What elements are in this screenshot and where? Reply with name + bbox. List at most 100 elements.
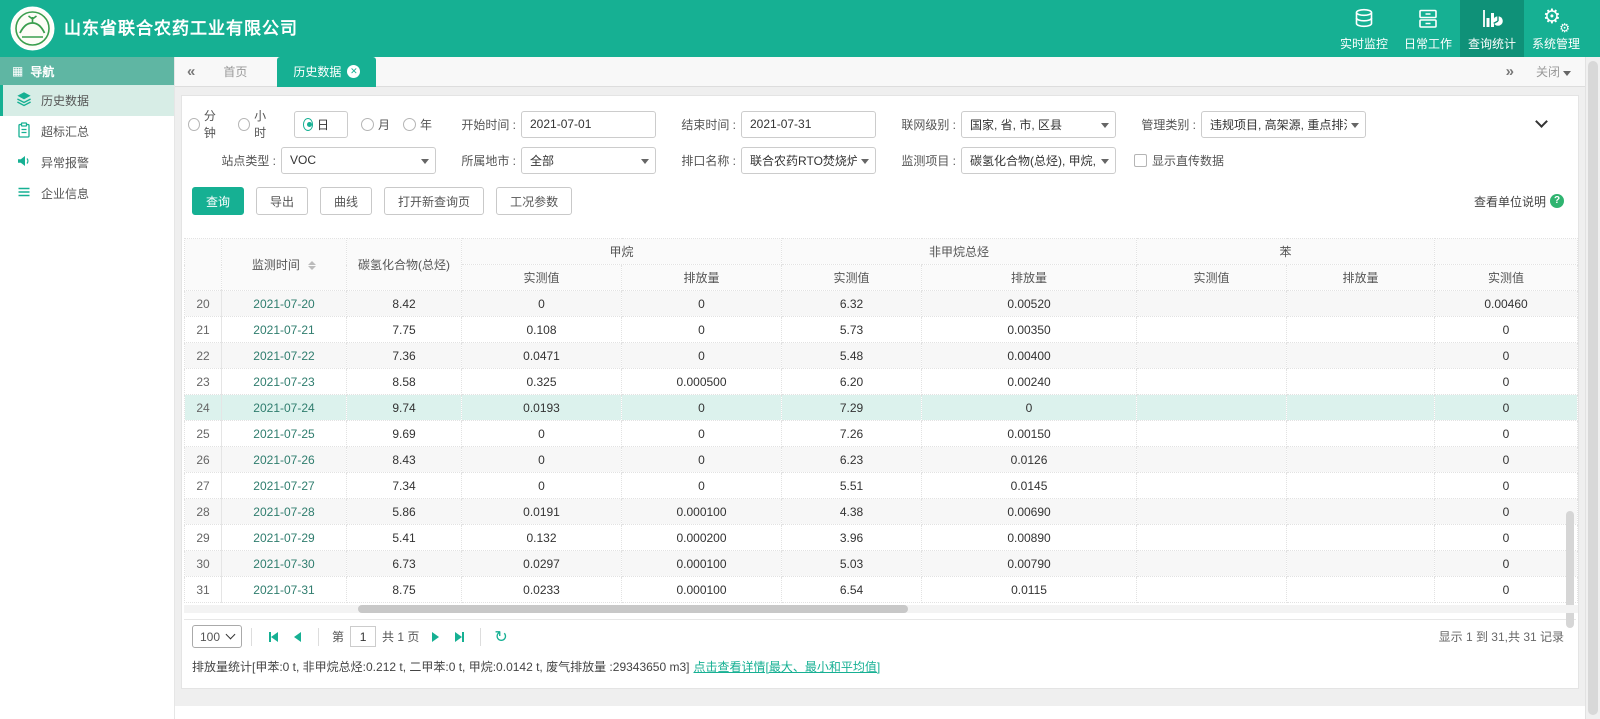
new-query-page-button[interactable]: 打开新查询页 xyxy=(384,187,485,215)
chevron-down-icon xyxy=(1563,71,1571,76)
value-cell xyxy=(1286,394,1436,421)
close-icon[interactable]: ✕ xyxy=(347,65,361,78)
page-size-select[interactable]: 100 xyxy=(192,625,243,648)
table-row[interactable]: 21 2021-07-21 7.75 0.108 0 5.73 0.00350 0 xyxy=(184,316,1578,343)
value-cell: 0 xyxy=(1434,576,1578,603)
value-cell xyxy=(1286,420,1436,447)
grid-icon: ▦ xyxy=(12,64,24,78)
tabs-scroll-left-icon[interactable]: « xyxy=(175,63,207,80)
next-page-button[interactable] xyxy=(425,627,445,647)
topnav-system-management[interactable]: ⚙ ⚙ 系统管理 xyxy=(1524,0,1588,57)
monitor-time-cell: 2021-07-24 xyxy=(221,394,347,421)
curve-button[interactable]: 曲线 xyxy=(320,187,373,215)
value-cell: 0 xyxy=(620,342,783,369)
end-time-input[interactable] xyxy=(741,110,876,138)
clipboard-icon xyxy=(16,122,32,141)
sidebar-item-abnormal-alarm[interactable]: 异常报警 xyxy=(0,147,174,178)
value-cell xyxy=(1136,550,1288,577)
value-cell xyxy=(1136,342,1288,369)
close-tabs-menu[interactable]: 关闭 xyxy=(1526,63,1585,80)
radio-minute[interactable]: 分钟 xyxy=(188,107,225,141)
direct-data-checkbox[interactable]: 显示直传数据 xyxy=(1134,152,1224,169)
query-button[interactable]: 查询 xyxy=(192,187,245,215)
tab-history-data[interactable]: 历史数据 ✕ xyxy=(277,56,377,87)
start-time-input[interactable] xyxy=(521,110,656,138)
first-page-button[interactable] xyxy=(263,627,283,647)
value-cell: 4.38 xyxy=(781,498,923,525)
table-row[interactable]: 24 2021-07-24 9.74 0.0193 0 7.29 0 0 xyxy=(184,394,1578,421)
topnav-query-statistics[interactable]: 查询统计 xyxy=(1460,0,1524,57)
radio-year[interactable]: 年 xyxy=(402,116,432,133)
value-cell: 5.03 xyxy=(781,550,923,577)
unit-help-link[interactable]: 查看单位说明 ? xyxy=(1474,193,1564,210)
table-row[interactable]: 20 2021-07-20 8.42 0 0 6.32 0.00520 0.00460 xyxy=(184,290,1578,317)
value-cell: 0.0193 xyxy=(461,394,622,421)
value-cell xyxy=(1136,446,1288,473)
refresh-icon[interactable]: ↻ xyxy=(494,627,507,647)
window-scrollbar-thumb[interactable] xyxy=(1588,61,1598,715)
last-page-button[interactable] xyxy=(449,627,469,647)
value-cell: 0 xyxy=(620,446,783,473)
station-type-select[interactable]: VOC xyxy=(281,146,436,174)
radio-day[interactable]: 日 xyxy=(293,110,348,138)
main-content: 分钟 小时 日 月 年 开始时间 : 结束时间 : 联网级别 : xyxy=(175,87,1585,719)
record-count-info: 显示 1 到 31,共 31 记录 xyxy=(1438,630,1564,644)
topnav-daily-work[interactable]: 日常工作 xyxy=(1396,0,1460,57)
outlet-name-select[interactable]: 联合农药RTO焚烧炉 xyxy=(741,146,876,174)
page-number-input[interactable] xyxy=(350,626,377,647)
value-cell: 0.00400 xyxy=(921,342,1138,369)
network-level-select[interactable]: 国家, 省, 市, 区县 xyxy=(961,110,1116,138)
table-row[interactable]: 26 2021-07-26 8.43 0 0 6.23 0.0126 0 xyxy=(184,446,1578,473)
sidebar-item-company-info[interactable]: 企业信息 xyxy=(0,178,174,209)
horizontal-scrollbar-thumb[interactable] xyxy=(358,605,908,613)
toolbar: 查询 导出 曲线 打开新查询页 工况参数 查看单位说明 ? xyxy=(184,180,1576,222)
monitor-time-cell: 2021-07-26 xyxy=(221,446,347,473)
monitor-time-cell: 2021-07-21 xyxy=(221,316,347,343)
tab-home[interactable]: 首页 xyxy=(207,57,263,87)
table-row[interactable]: 29 2021-07-29 5.41 0.132 0.000200 3.96 0.00890… xyxy=(184,524,1578,551)
detail-link[interactable]: 点击查看详情[最大、最小和平均值] xyxy=(694,660,881,674)
city-label: 所属地市 : xyxy=(461,153,516,168)
value-cell: 8.43 xyxy=(346,446,462,473)
value-cell xyxy=(1286,368,1436,395)
export-button[interactable]: 导出 xyxy=(256,187,309,215)
col-monitor-time[interactable]: 监测时间 xyxy=(221,238,347,291)
chart-icon xyxy=(1480,6,1504,32)
tabs-scroll-right-icon[interactable]: » xyxy=(1494,63,1526,80)
table-row[interactable]: 23 2021-07-23 8.58 0.325 0.000500 6.20 0.00240… xyxy=(184,368,1578,395)
row-number-cell: 24 xyxy=(184,394,222,421)
monitor-items-label: 监测项目 : xyxy=(901,153,956,168)
subcol-measured: 实测值 xyxy=(461,264,622,291)
radio-month[interactable]: 月 xyxy=(360,116,390,133)
value-cell: 0 xyxy=(1434,472,1578,499)
table-row[interactable]: 30 2021-07-30 6.73 0.0297 0.000100 5.03 0.0079… xyxy=(184,550,1578,577)
table-row[interactable]: 28 2021-07-28 5.86 0.0191 0.000100 4.38 0.0069… xyxy=(184,498,1578,525)
value-cell: 0 xyxy=(620,420,783,447)
monitor-items-select[interactable]: 碳氢化合物(总烃), 甲烷, 非 xyxy=(961,146,1116,174)
prev-page-button[interactable] xyxy=(287,627,307,647)
collapse-filters-icon[interactable] xyxy=(1535,114,1548,128)
sidebar-item-history-data[interactable]: 历史数据 xyxy=(0,85,174,116)
sidebar-item-exceed-summary[interactable]: 超标汇总 xyxy=(0,116,174,147)
radio-hour[interactable]: 小时 xyxy=(238,107,275,141)
subcol-emission: 排放量 xyxy=(1286,264,1436,291)
monitor-time-cell: 2021-07-23 xyxy=(221,368,347,395)
condition-params-button[interactable]: 工况参数 xyxy=(496,187,573,215)
radio-icon xyxy=(402,117,416,131)
manage-type-select[interactable]: 违规项目, 高架源, 重点排污 xyxy=(1201,110,1366,138)
value-cell: 0 xyxy=(1434,394,1578,421)
value-cell xyxy=(1136,498,1288,525)
row-number-cell: 30 xyxy=(184,550,222,577)
value-cell xyxy=(1286,472,1436,499)
col-group-methane: 甲烷 xyxy=(460,238,783,265)
table-row[interactable]: 25 2021-07-25 9.69 0 0 7.26 0.00150 0 xyxy=(184,420,1578,447)
value-cell: 5.48 xyxy=(781,342,923,369)
topnav-realtime-monitor[interactable]: 实时监控 xyxy=(1332,0,1396,57)
table-row[interactable]: 27 2021-07-27 7.34 0 0 5.51 0.0145 0 xyxy=(184,472,1578,499)
city-select[interactable]: 全部 xyxy=(521,146,656,174)
table-horizontal-scrollbar xyxy=(184,605,1578,613)
value-cell xyxy=(1286,576,1436,603)
table-row[interactable]: 22 2021-07-22 7.36 0.0471 0 5.48 0.00400 0 xyxy=(184,342,1578,369)
value-cell: 0 xyxy=(1434,316,1578,343)
table-row[interactable]: 31 2021-07-31 8.75 0.0233 0.000100 6.54 0.0115… xyxy=(184,576,1578,603)
